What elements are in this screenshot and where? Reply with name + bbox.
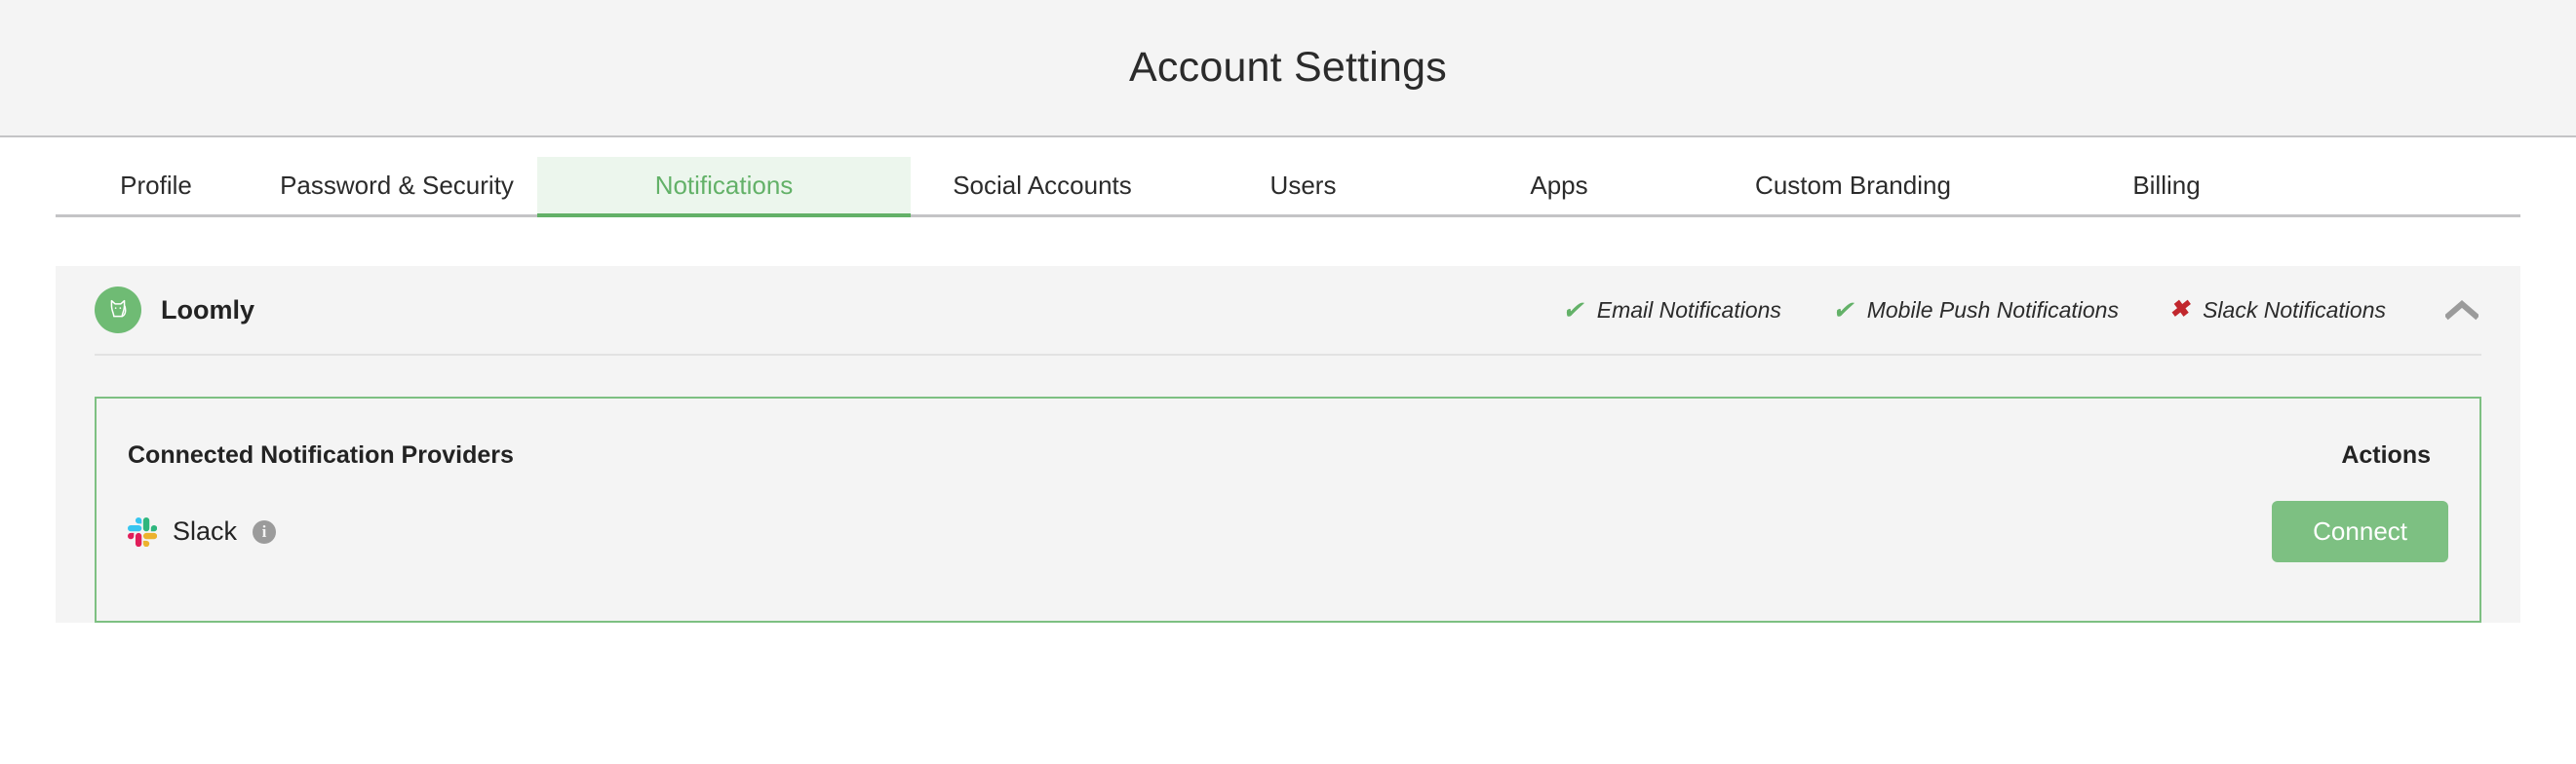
provider-row-slack: Slack i Connect bbox=[128, 501, 2448, 562]
tab-label: Custom Branding bbox=[1755, 171, 1951, 200]
card-header: Loomly ✔ Email Notifications ✔ Mobile Pu… bbox=[95, 266, 2481, 356]
tab-billing[interactable]: Billing bbox=[2020, 157, 2313, 214]
tab-bar: Profile Password & Security Notification… bbox=[56, 137, 2520, 217]
tab-label: Profile bbox=[120, 171, 192, 200]
chevron-up-icon[interactable] bbox=[2442, 290, 2481, 329]
tab-label: Social Accounts bbox=[953, 171, 1132, 200]
status-label: Email Notifications bbox=[1596, 296, 1781, 323]
tab-label: Users bbox=[1269, 171, 1337, 200]
tab-label: Billing bbox=[2132, 171, 2201, 200]
loomly-cat-icon bbox=[95, 286, 141, 333]
status-label: Mobile Push Notifications bbox=[1866, 296, 2119, 323]
connected-providers-panel: Connected Notification Providers Actions bbox=[95, 397, 2481, 623]
tab-bar-container: Profile Password & Security Notification… bbox=[0, 137, 2576, 217]
check-icon: ✔ bbox=[1831, 295, 1854, 325]
tab-social-accounts[interactable]: Social Accounts bbox=[911, 157, 1174, 214]
tab-users[interactable]: Users bbox=[1174, 157, 1432, 214]
info-icon[interactable]: i bbox=[253, 519, 277, 544]
provider-identity: Slack i bbox=[128, 516, 277, 547]
tab-apps[interactable]: Apps bbox=[1432, 157, 1686, 214]
tab-label: Password & Security bbox=[280, 171, 514, 200]
cross-icon: ✖ bbox=[2168, 296, 2190, 323]
provider-name: Slack bbox=[173, 516, 238, 546]
status-mobile-push-notifications: ✔ Mobile Push Notifications bbox=[1832, 297, 2119, 324]
notification-status-list: ✔ Email Notifications ✔ Mobile Push Noti… bbox=[1511, 290, 2481, 329]
tab-notifications[interactable]: Notifications bbox=[537, 157, 911, 217]
page-title: Account Settings bbox=[1129, 44, 1447, 91]
brand-name: Loomly bbox=[161, 294, 255, 325]
check-icon: ✔ bbox=[1561, 295, 1583, 325]
tab-profile[interactable]: Profile bbox=[56, 157, 256, 214]
status-slack-notifications: ✖ Slack Notifications bbox=[2169, 297, 2386, 324]
actions-column-header: Actions bbox=[2341, 441, 2431, 469]
slack-icon bbox=[128, 516, 157, 547]
status-label: Slack Notifications bbox=[2203, 296, 2386, 323]
content-area: Loomly ✔ Email Notifications ✔ Mobile Pu… bbox=[0, 217, 2576, 623]
providers-panel-header: Connected Notification Providers Actions bbox=[128, 399, 2448, 470]
connect-button[interactable]: Connect bbox=[2272, 501, 2448, 562]
providers-title: Connected Notification Providers bbox=[128, 441, 514, 469]
notifications-card: Loomly ✔ Email Notifications ✔ Mobile Pu… bbox=[56, 266, 2520, 623]
page-header: Account Settings bbox=[0, 0, 2576, 137]
brand-block: Loomly bbox=[95, 286, 254, 333]
tab-password-security[interactable]: Password & Security bbox=[256, 157, 537, 214]
status-email-notifications: ✔ Email Notifications bbox=[1562, 297, 1781, 324]
tab-label: Notifications bbox=[654, 171, 794, 200]
tab-label: Apps bbox=[1530, 171, 1588, 200]
tab-custom-branding[interactable]: Custom Branding bbox=[1686, 157, 2020, 214]
